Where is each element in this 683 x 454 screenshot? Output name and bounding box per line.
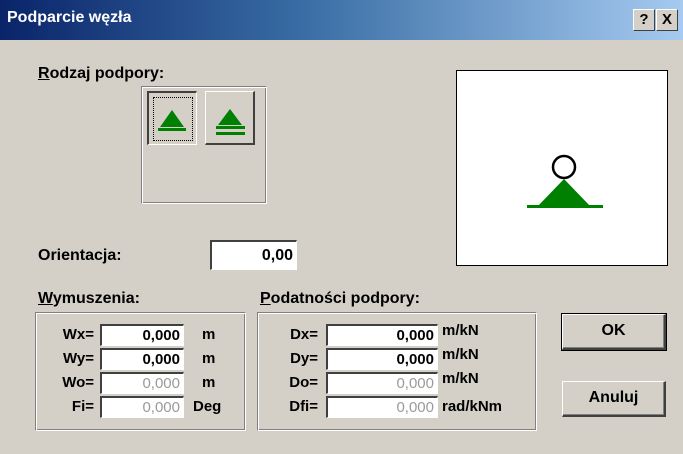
support-preview [456, 70, 668, 266]
wy-label: Wy= [63, 350, 94, 367]
do-unit: m/kN [442, 370, 479, 387]
roller-support-button[interactable] [205, 91, 255, 145]
fi-input[interactable]: 0,000 [100, 396, 184, 418]
orientation-label: Orientacja: [38, 247, 122, 264]
wx-label: Wx= [62, 326, 94, 343]
wo-input[interactable]: 0,000 [100, 372, 184, 394]
dx-unit: m/kN [442, 322, 479, 339]
compliance-label: Podatności podpory: [260, 290, 420, 307]
roller-support-icon [216, 109, 245, 135]
help-button[interactable]: ? [633, 9, 655, 31]
window-title: Podparcie węzła [7, 9, 132, 26]
wy-input[interactable]: 0,000 [100, 348, 184, 370]
dfi-label: Dfi= [289, 398, 318, 415]
do-input[interactable]: 0,000 [326, 372, 438, 394]
dfi-unit: rad/kNm [442, 398, 503, 415]
ok-button[interactable]: OK [561, 313, 667, 351]
fixed-pin-support-button[interactable] [147, 91, 197, 145]
dx-label: Dx= [290, 326, 318, 343]
close-button[interactable]: X [656, 9, 678, 31]
dy-unit: m/kN [442, 346, 479, 363]
dfi-input[interactable]: 0,000 [326, 396, 438, 418]
support-type-label: Rodzaj podpory: [38, 65, 165, 82]
cancel-button[interactable]: Anuluj [562, 381, 666, 417]
orientation-input[interactable]: 0,00 [210, 240, 297, 270]
fi-label: Fi= [71, 398, 94, 415]
wo-label: Wo= [62, 374, 94, 391]
wx-input[interactable]: 0,000 [100, 324, 184, 346]
dy-label: Dy= [290, 350, 318, 367]
title-bar: Podparcie węzła ? X [0, 0, 683, 40]
support-preview-icon [527, 154, 603, 208]
wx-unit: m [202, 326, 216, 343]
fi-unit: Deg [193, 398, 222, 415]
do-label: Do= [289, 374, 318, 391]
wo-unit: m [202, 374, 216, 391]
dy-input[interactable]: 0,000 [326, 348, 438, 370]
displacements-label: Wymuszenia: [38, 290, 140, 307]
pin-support-icon [158, 110, 186, 131]
wy-unit: m [202, 350, 216, 367]
dx-input[interactable]: 0,000 [326, 324, 438, 346]
